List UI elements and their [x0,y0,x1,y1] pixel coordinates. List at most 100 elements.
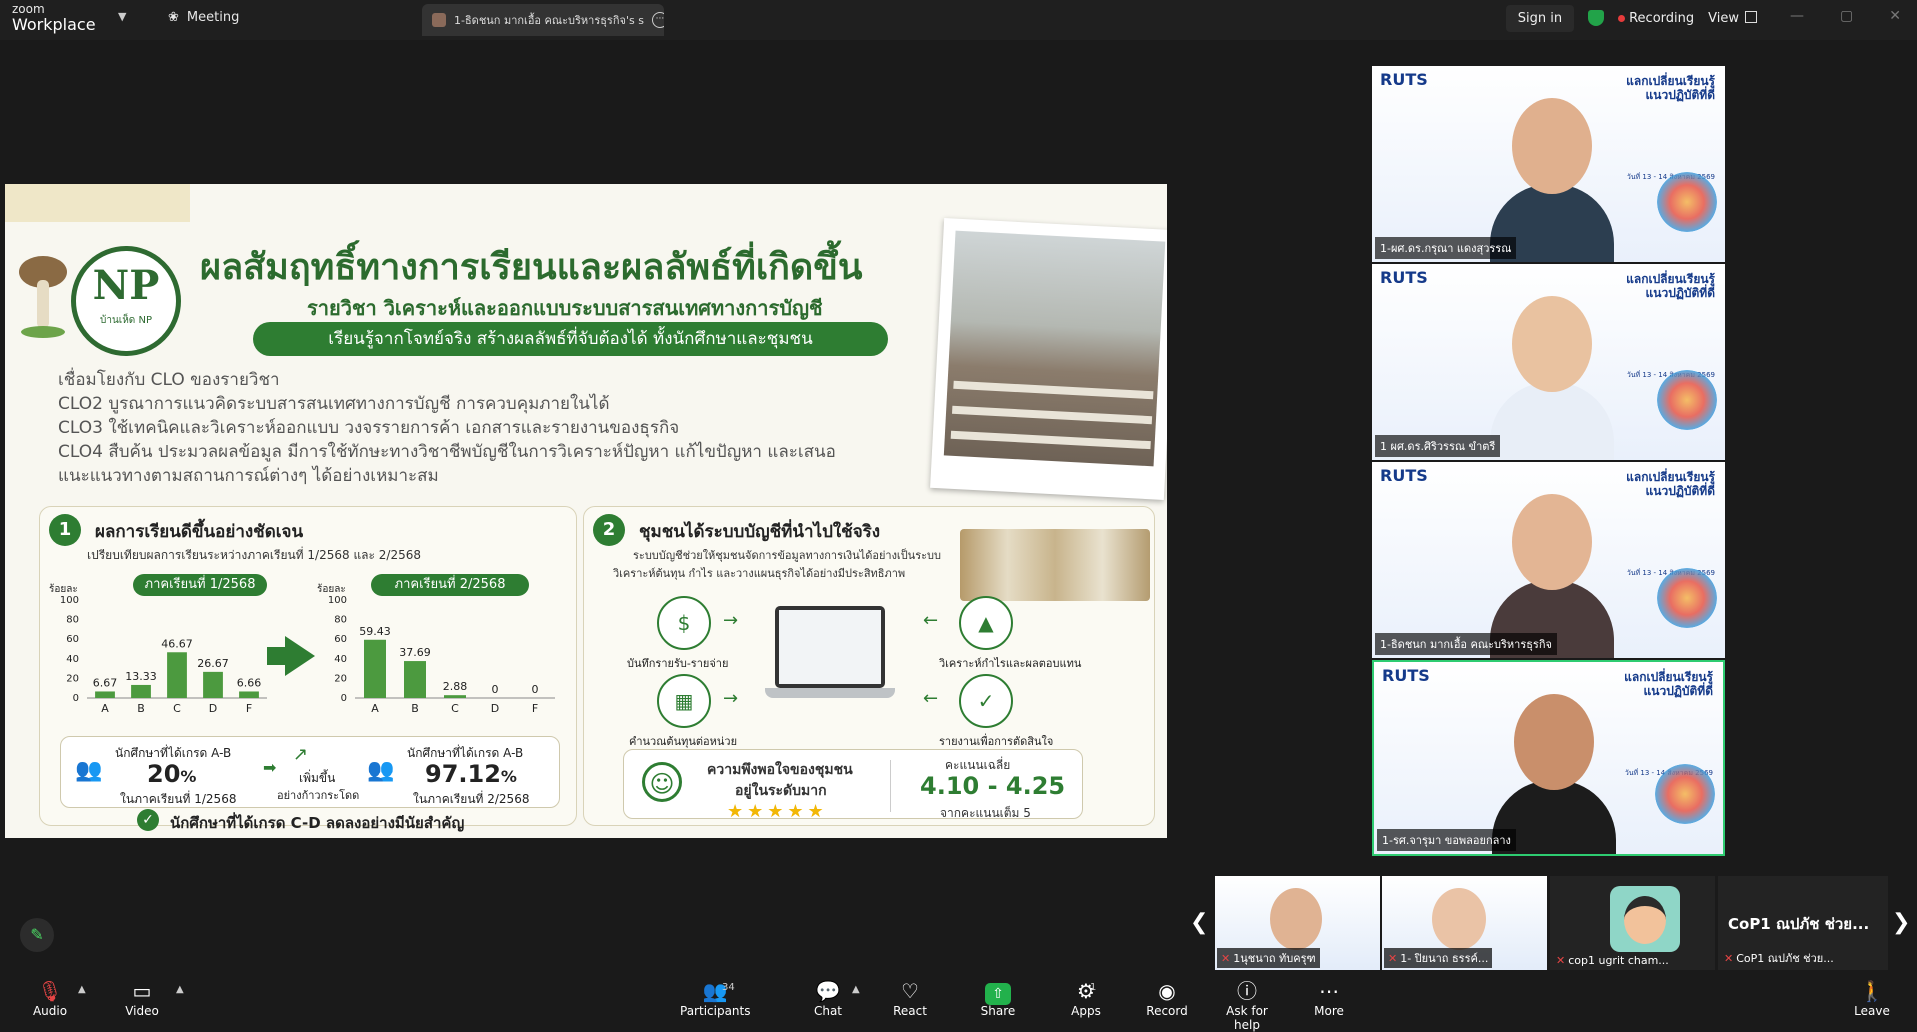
product-photo [960,529,1150,601]
panel-title: ชุมชนได้ระบบบัญชีที่นำไปใช้จริง [639,522,881,542]
y-tick-label: 80 [334,615,347,626]
participant-thumb[interactable]: ✕ 1- ปิยนาถ ธรรค์... [1382,876,1547,970]
shared-screen[interactable]: NP บ้านเห็ด NP ผลสัมฤทธิ์ทางการเรียนและผ… [5,184,1167,838]
video-tile[interactable]: RUTS แลกเปลี่ยนเรียนรู้ แนวปฏิบัติที่ดี วั… [1372,462,1725,658]
stat-term: ในภาคเรียนที่ 2/2568 [413,792,530,806]
data-label: 0 [492,683,499,696]
brand-zoom: zoom [12,2,45,16]
maximize-icon[interactable]: ▢ [1840,8,1853,24]
share-screen-icon: ⇧ [985,983,1011,1005]
recording-indicator[interactable]: Recording [1618,11,1694,26]
y-axis-label: ร้อยละ [317,583,346,595]
divider [890,760,891,812]
sign-in-button[interactable]: Sign in [1505,4,1575,32]
meeting-tab-label: Meeting [186,10,240,25]
annotate-pencil-icon[interactable]: ✎ [20,918,54,952]
x-tick-label: B [137,702,145,715]
more-options-icon[interactable]: ··· [651,12,664,28]
more-icon: ⋯ [1319,979,1339,1003]
people-icon: 👥 [75,758,103,783]
participant-name: ✕ CoP1 ณปภัช ช่วย... [1720,948,1838,968]
increase-sublabel: อย่างก้าวกระโดด [277,789,360,802]
feature-label: บันทึกรายรับ-รายจ่าย [627,657,729,670]
chevron-up-icon[interactable]: ▲ [852,984,860,995]
bar [364,639,386,698]
event-banner: แลกเปลี่ยนเรียนรู้ แนวปฏิบัติที่ดี [1626,74,1715,102]
feature-label: รายงานเพื่อการตัดสินใจ [939,735,1054,748]
chevron-up-icon[interactable]: ▲ [78,984,86,995]
data-label: 13.33 [125,670,157,683]
x-tick-label: F [246,702,252,715]
avatar [432,13,446,27]
grid-icon [1745,10,1757,23]
chevron-right-icon[interactable]: ❯ [1892,910,1910,935]
apps-button[interactable]: ⚙ 1 Apps [1066,978,1106,1018]
bar [167,652,187,698]
panel-subtitle: เปรียบเทียบผลการเรียนระหว่างภาคเรียนที่ … [87,548,422,562]
shield-icon[interactable] [1588,10,1605,26]
leave-label: Leave [1854,1004,1890,1018]
participant-name-text: CoP1 ณปภัช ช่วย... [1736,952,1834,965]
video-tile[interactable]: RUTS แลกเปลี่ยนเรียนรู้ แนวปฏิบัติที่ดี วั… [1372,660,1725,856]
mic-muted-icon: ✕ [1388,952,1398,965]
more-button[interactable]: ⋯ More [1312,978,1346,1018]
panel-subtitle: วิเคราะห์ต้นทุน กำไร และวางแผนธุรกิจได้อ… [613,567,906,580]
ruts-logo: RUTS [1380,70,1428,89]
x-tick-label: B [411,702,419,715]
score-value: 4.10 - 4.25 [920,772,1066,800]
panel-number: 2 [593,514,625,546]
chat-button[interactable]: 💬 Chat [808,978,848,1018]
stat-number: 20 [147,760,181,788]
meeting-tab[interactable]: ❀ Meeting [168,10,239,25]
ruts-logo: RUTS [1382,666,1430,685]
x-tick-label: F [532,702,538,715]
video-tile[interactable]: RUTS แลกเปลี่ยนเรียนรู้ แนวปฏิบัติที่ดี วั… [1372,66,1725,262]
share-label: Share [980,1004,1016,1018]
chevron-down-icon[interactable]: ▼ [118,10,126,23]
help-button[interactable]: ⓘ Ask for help [1214,978,1280,1032]
leave-icon: 🚶 [1859,979,1885,1003]
shared-screen-tab[interactable]: 1-ธิดชนก มากเอื้อ คณะบริหารธุรกิจ's s ··… [422,4,664,36]
react-button[interactable]: ♡ React [890,978,930,1018]
chevron-up-icon[interactable]: ▲ [176,984,184,995]
y-tick-label: 80 [66,615,79,626]
participants-label: Participants [680,1004,751,1018]
y-tick-label: 40 [334,654,347,665]
feature-label: คำนวณต้นทุนต่อหน่วย [629,735,738,748]
record-button[interactable]: ◉ Record [1146,978,1188,1018]
bar [444,695,466,698]
leave-button[interactable]: 🚶 Leave [1852,978,1892,1018]
classroom-photo [930,218,1167,500]
photo-image [943,230,1166,467]
participants-button[interactable]: 👥 34 Participants [680,978,751,1018]
audio-button[interactable]: 🎙 Audio [30,978,70,1018]
video-button[interactable]: ▭ Video [122,978,162,1018]
bar [95,691,115,698]
chevron-left-icon[interactable]: ❮ [1190,910,1208,935]
bar [404,661,426,698]
help-icon: ⓘ [1237,979,1257,1003]
ruts-logo: RUTS [1380,268,1428,287]
decoration-icon [1657,172,1717,232]
zoom-workplace-logo[interactable]: zoom Workplace [12,3,96,33]
y-tick-label: 100 [328,595,347,606]
view-button[interactable]: View [1708,10,1757,26]
participants-count: 34 [722,982,735,993]
mic-muted-icon: ✕ [1221,952,1231,965]
satisfaction-level: อยู่ในระดับมาก [735,783,827,799]
participant-thumb[interactable]: CoP1 ณปภัช ช่วย... ✕ CoP1 ณปภัช ช่วย... [1718,876,1888,970]
panel-title: ผลการเรียนดีขึ้นอย่างชัดเจน [95,522,304,542]
mic-muted-icon: ✕ [1724,952,1734,965]
close-icon[interactable]: ✕ [1889,8,1901,24]
slide-subtitle: รายวิชา วิเคราะห์และออกแบบระบบสารสนเทศทา… [307,296,823,320]
minimize-icon[interactable]: — [1790,8,1804,24]
participant-thumb[interactable]: ✕ cop1 ugrit cham... [1550,876,1715,970]
stat-number: 97.12 [425,760,501,788]
mic-muted-icon: 🎙 [37,979,63,1003]
record-label: Record [1146,1004,1188,1018]
share-button[interactable]: ⇧ Share [978,978,1018,1018]
meeting-toolbar: 🎙 Audio ▲ ▭ Video ▲ 👥 34 Participants 💬 … [0,970,1917,1032]
participant-thumb[interactable]: ✕ 1นุชนาถ ทับครุฑ [1215,876,1380,970]
participant-face [1432,888,1486,950]
video-tile[interactable]: RUTS แลกเปลี่ยนเรียนรู้ แนวปฏิบัติที่ดี วั… [1372,264,1725,460]
